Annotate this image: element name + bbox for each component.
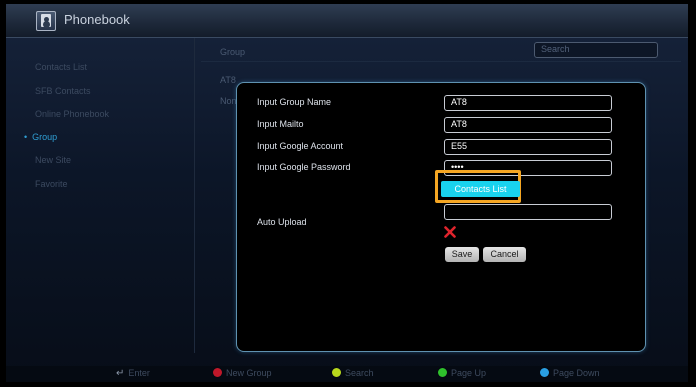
footer-hints: ↵ Enter New Group Search Page Up Page Dow… bbox=[6, 366, 688, 382]
group-name-input[interactable]: AT8 bbox=[444, 95, 612, 111]
hint-new-group-label: New Group bbox=[226, 368, 272, 378]
contacts-list-button[interactable]: Contacts List bbox=[441, 181, 520, 197]
hint-page-up[interactable]: Page Up bbox=[438, 368, 486, 378]
hint-page-down[interactable]: Page Down bbox=[540, 368, 600, 378]
phonebook-icon bbox=[36, 11, 56, 31]
google-account-input[interactable]: E55 bbox=[444, 139, 612, 155]
yellow-key-icon bbox=[332, 368, 341, 377]
title-bar: Phonebook bbox=[6, 4, 688, 38]
green-key-icon bbox=[438, 368, 447, 377]
sidebar-item-new-site[interactable]: New Site bbox=[35, 155, 71, 165]
sidebar-item-group[interactable]: Group bbox=[24, 132, 57, 142]
red-key-icon bbox=[213, 368, 222, 377]
hint-new-group[interactable]: New Group bbox=[213, 368, 272, 378]
google-account-label: Input Google Account bbox=[257, 141, 344, 151]
extra-input[interactable] bbox=[444, 204, 612, 220]
blue-key-icon bbox=[540, 368, 549, 377]
sidebar-item-contacts-list[interactable]: Contacts List bbox=[35, 62, 87, 72]
phonebook-app: Phonebook Contacts List SFB Contacts Onl… bbox=[6, 4, 688, 382]
search-placeholder: Search bbox=[541, 44, 570, 54]
save-button[interactable]: Save bbox=[445, 247, 479, 262]
sidebar-item-sfb-contacts[interactable]: SFB Contacts bbox=[35, 86, 91, 96]
enter-icon: ↵ bbox=[116, 368, 125, 379]
sidebar-item-online-phonebook[interactable]: Online Phonebook bbox=[35, 109, 109, 119]
search-input[interactable]: Search bbox=[534, 42, 658, 58]
sidebar-item-favorite[interactable]: Favorite bbox=[35, 179, 68, 189]
panel-header: Group bbox=[220, 47, 246, 57]
hint-page-up-label: Page Up bbox=[451, 368, 487, 378]
hint-enter-label: Enter bbox=[128, 368, 150, 378]
app-title: Phonebook bbox=[64, 12, 130, 27]
sidebar: Contacts List SFB Contacts Online Phoneb… bbox=[6, 38, 195, 353]
hint-search[interactable]: Search bbox=[332, 368, 374, 378]
group-row[interactable]: Non bbox=[220, 96, 237, 106]
panel-divider bbox=[201, 61, 681, 62]
group-row[interactable]: AT8 bbox=[220, 75, 236, 85]
mailto-label: Input Mailto bbox=[257, 119, 304, 129]
mailto-input[interactable]: AT8 bbox=[444, 117, 612, 133]
auto-upload-label: Auto Upload bbox=[257, 217, 307, 227]
group-name-value: AT8 bbox=[451, 97, 467, 107]
close-icon[interactable] bbox=[444, 226, 456, 238]
mailto-value: AT8 bbox=[451, 119, 467, 129]
hint-search-label: Search bbox=[345, 368, 374, 378]
google-password-label: Input Google Password bbox=[257, 162, 351, 172]
group-edit-dialog: Input Group Name AT8 Input Mailto AT8 In… bbox=[236, 82, 646, 352]
google-account-value: E55 bbox=[451, 141, 468, 151]
hint-page-down-label: Page Down bbox=[553, 368, 600, 378]
hint-enter[interactable]: ↵ Enter bbox=[116, 368, 150, 379]
group-name-label: Input Group Name bbox=[257, 97, 332, 107]
cancel-button[interactable]: Cancel bbox=[483, 247, 526, 262]
